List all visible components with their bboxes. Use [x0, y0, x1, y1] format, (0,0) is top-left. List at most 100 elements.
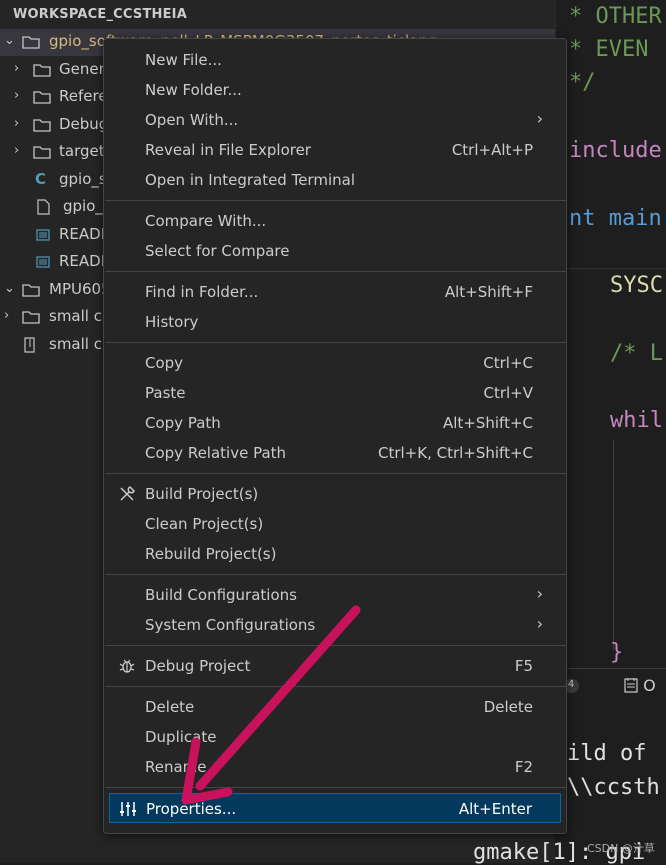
menu-item-label: Duplicate — [145, 728, 217, 746]
menu-item-label: Compare With... — [145, 212, 267, 230]
menu-item-label: Reveal in File Explorer — [145, 141, 311, 159]
menu-item-new-folder[interactable]: New Folder... — [109, 75, 561, 105]
menu-item-label: History — [145, 313, 199, 331]
menu-item-label: Properties... — [146, 800, 237, 818]
menu-item-clean-project-s[interactable]: Clean Project(s) — [109, 509, 561, 539]
menu-separator — [105, 342, 566, 343]
menu-item-rename[interactable]: Rename F2 — [109, 752, 561, 782]
menu-item-new-file[interactable]: New File... — [109, 45, 561, 75]
code-line: * EVEN — [569, 37, 649, 62]
menu-item-history[interactable]: History — [109, 307, 561, 337]
code-line: include — [569, 138, 662, 163]
menu-item-system-configurations[interactable]: System Configurations › — [109, 610, 561, 640]
menu-item-open-in-integrated-terminal[interactable]: Open in Integrated Terminal — [109, 165, 561, 195]
folder-icon — [22, 36, 40, 49]
menu-item-shortcut: Alt+Enter — [458, 800, 532, 818]
code-line: } — [610, 640, 624, 665]
code-line: SYSC — [610, 273, 663, 298]
menu-separator — [105, 686, 566, 687]
menu-item-copy[interactable]: Copy Ctrl+C — [109, 348, 561, 378]
menu-item-find-in-folder[interactable]: Find in Folder... Alt+Shift+F — [109, 277, 561, 307]
menu-item-label: Find in Folder... — [145, 283, 259, 301]
readme-icon — [36, 229, 50, 241]
menu-item-build-project-s[interactable]: Build Project(s) — [109, 479, 561, 509]
chevron-right-icon: › — [536, 109, 543, 128]
menu-item-shortcut: F5 — [514, 657, 533, 675]
folder-icon — [33, 146, 51, 159]
menu-separator — [105, 645, 566, 646]
menu-item-label: Open in Integrated Terminal — [145, 171, 355, 189]
code-line: nt main — [569, 206, 662, 231]
menu-item-reveal-in-file-explorer[interactable]: Reveal in File Explorer Ctrl+Alt+P — [109, 135, 561, 165]
chevron-right-icon[interactable]: › — [4, 308, 9, 323]
chevron-down-icon[interactable]: ⌄ — [4, 281, 15, 296]
code-line: whil — [610, 408, 663, 433]
menu-item-shortcut: Alt+Shift+C — [442, 414, 533, 432]
output-icon — [624, 678, 638, 693]
folder-icon — [22, 284, 40, 297]
menu-item-label: Debug Project — [145, 657, 251, 675]
indent-guide — [613, 440, 614, 650]
menu-item-label: Delete — [145, 698, 195, 716]
code-line: */ — [569, 70, 596, 95]
bug-icon — [118, 657, 136, 675]
terminal-line: ild of — [567, 741, 647, 766]
tab-label: O — [643, 676, 656, 695]
watermark: CSDN @汁草 — [587, 842, 655, 855]
menu-item-build-configurations[interactable]: Build Configurations › — [109, 580, 561, 610]
folder-icon — [33, 119, 51, 132]
context-menu: New File... New Folder... Open With... › Rev… — [103, 38, 567, 834]
menu-item-label: Rebuild Project(s) — [145, 545, 277, 563]
chevron-down-icon[interactable]: ⌄ — [4, 33, 15, 48]
menu-item-shortcut: Alt+Shift+F — [444, 283, 533, 301]
terminal-line: \\ccsth — [567, 775, 660, 800]
menu-item-label: New File... — [145, 51, 222, 69]
explorer-header[interactable]: WORKSPACE_CCSTHEIA — [0, 0, 562, 30]
menu-item-properties[interactable]: Properties... Alt+Enter — [109, 793, 561, 823]
folder-icon — [22, 311, 40, 324]
menu-item-label: Build Configurations — [145, 586, 297, 604]
chevron-right-icon: › — [536, 584, 543, 603]
sliders-icon — [119, 800, 137, 818]
wrench-screwdriver-icon — [118, 485, 136, 503]
chevron-right-icon: › — [536, 614, 543, 633]
readme-icon — [36, 256, 50, 268]
menu-item-rebuild-project-s[interactable]: Rebuild Project(s) — [109, 539, 561, 569]
code-line: /* L — [610, 341, 663, 366]
menu-item-open-with[interactable]: Open With... › — [109, 105, 561, 135]
chevron-right-icon[interactable]: › — [14, 116, 19, 131]
menu-item-label: Copy — [145, 354, 184, 372]
menu-separator — [105, 200, 566, 201]
menu-item-label: System Configurations — [145, 616, 316, 634]
tab-output[interactable]: O — [624, 676, 656, 695]
chevron-right-icon[interactable]: › — [14, 143, 19, 158]
menu-item-label: Copy Path — [145, 414, 221, 432]
zip-file-icon — [24, 337, 35, 353]
c-file-icon: C — [35, 170, 47, 188]
bottom-panel: ild of \\ccsth — [555, 668, 666, 864]
menu-item-select-for-compare[interactable]: Select for Compare — [109, 236, 561, 266]
menu-separator — [105, 787, 566, 788]
tree-item-label: Debug — [59, 115, 109, 133]
code-editor[interactable]: 29 * OTHER * EVEN */ include nt main SYS… — [555, 0, 666, 668]
menu-item-duplicate[interactable]: Duplicate — [109, 722, 561, 752]
folder-icon — [33, 91, 51, 104]
menu-item-paste[interactable]: Paste Ctrl+V — [109, 378, 561, 408]
menu-separator — [105, 574, 566, 575]
menu-item-delete[interactable]: Delete Delete — [109, 692, 561, 722]
chevron-right-icon[interactable]: › — [14, 88, 19, 103]
menu-item-shortcut: F2 — [514, 758, 533, 776]
menu-item-shortcut: Ctrl+C — [483, 354, 533, 372]
code-line: * OTHER — [569, 4, 662, 29]
menu-separator — [105, 473, 566, 474]
menu-item-label: Open With... — [145, 111, 239, 129]
menu-item-debug-project[interactable]: Debug Project F5 — [109, 651, 561, 681]
menu-item-label: Rename — [145, 758, 207, 776]
menu-item-shortcut: Ctrl+Alt+P — [451, 141, 533, 159]
menu-item-copy-path[interactable]: Copy Path Alt+Shift+C — [109, 408, 561, 438]
menu-item-compare-with[interactable]: Compare With... — [109, 206, 561, 236]
menu-item-copy-relative-path[interactable]: Copy Relative Path Ctrl+K, Ctrl+Shift+C — [109, 438, 561, 468]
chevron-right-icon[interactable]: › — [14, 61, 19, 76]
menu-item-shortcut: Ctrl+K, Ctrl+Shift+C — [377, 444, 533, 462]
menu-item-label: New Folder... — [145, 81, 242, 99]
